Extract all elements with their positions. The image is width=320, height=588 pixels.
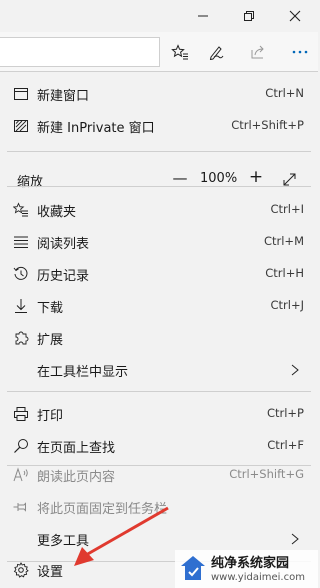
share-icon bbox=[251, 45, 264, 59]
menu-item-show-in-toolbar[interactable]: 在工具栏中显示 bbox=[0, 354, 318, 386]
watermark-logo bbox=[181, 556, 205, 580]
restore-button[interactable] bbox=[226, 0, 272, 32]
shortcut-text: Ctrl+I bbox=[270, 202, 305, 216]
minimize-icon bbox=[198, 15, 208, 17]
read-aloud-icon bbox=[13, 467, 28, 482]
chevron-right-icon bbox=[291, 533, 299, 545]
more-button[interactable] bbox=[282, 32, 318, 72]
search-icon bbox=[14, 439, 28, 453]
shortcut-text: Ctrl+J bbox=[270, 298, 305, 312]
share-button[interactable] bbox=[240, 32, 276, 72]
shortcut-text: Ctrl+Shift+P bbox=[231, 118, 304, 132]
pin-icon bbox=[13, 502, 26, 512]
shortcut-text: Ctrl+H bbox=[265, 266, 304, 280]
menu-item-label: 下载 bbox=[37, 301, 64, 316]
menu-item-label: 朗读此页内容 bbox=[37, 470, 116, 485]
watermark-title: 纯净系统家园 bbox=[211, 556, 290, 571]
menu-item-label: 收藏夹 bbox=[37, 205, 77, 220]
menu-item-reading-list[interactable]: 阅读列表 Ctrl+M bbox=[0, 226, 318, 258]
favorites-button[interactable] bbox=[162, 32, 198, 72]
gear-icon bbox=[13, 562, 29, 578]
menu-item-extensions[interactable]: 扩展 bbox=[0, 322, 318, 354]
menu-item-label: 新建 InPrivate 窗口 bbox=[37, 121, 155, 136]
menu-item-label: 打印 bbox=[37, 409, 64, 424]
zoom-value: 100% bbox=[200, 171, 238, 186]
separator bbox=[7, 391, 311, 392]
address-bar[interactable] bbox=[0, 37, 160, 67]
shortcut-text: Ctrl+P bbox=[266, 406, 304, 420]
menu-item-new-window[interactable]: 新建窗口 Ctrl+N bbox=[0, 78, 318, 110]
pen-button[interactable] bbox=[198, 32, 234, 72]
browser-toolbar bbox=[0, 32, 318, 72]
separator bbox=[7, 151, 311, 152]
history-icon bbox=[13, 266, 28, 280]
window-icon bbox=[14, 88, 28, 100]
reading-list-icon bbox=[14, 236, 28, 248]
zoom-label: 缩放 bbox=[17, 175, 44, 190]
title-bar bbox=[0, 0, 318, 32]
favorites-icon bbox=[171, 44, 188, 60]
download-icon bbox=[15, 299, 27, 313]
settings-menu: 新建窗口 Ctrl+N 新建 InPrivate 窗口 Ctrl+Shift+P… bbox=[0, 72, 318, 588]
separator bbox=[7, 186, 311, 187]
watermark-url: www.yidaimei.com bbox=[211, 572, 305, 583]
zoom-in-button[interactable]: + bbox=[246, 167, 266, 187]
close-button[interactable] bbox=[272, 0, 318, 32]
shortcut-text: Ctrl+M bbox=[263, 234, 304, 248]
restore-icon bbox=[244, 11, 254, 21]
close-icon bbox=[289, 10, 301, 22]
inprivate-window-icon bbox=[14, 120, 28, 132]
pen-icon bbox=[209, 46, 224, 60]
menu-item-label: 扩展 bbox=[37, 333, 64, 348]
puzzle-icon bbox=[15, 331, 29, 345]
menu-item-pin-to-taskbar[interactable]: 将此页面固定到任务栏 bbox=[0, 491, 318, 523]
menu-item-print[interactable]: 打印 Ctrl+P bbox=[0, 398, 318, 430]
shortcut-text: Ctrl+Shift+G bbox=[229, 467, 304, 481]
menu-item-read-aloud-row[interactable]: 朗读此页内容 Ctrl+Shift+G bbox=[0, 459, 318, 491]
shortcut-text: Ctrl+N bbox=[265, 86, 304, 100]
menu-item-history[interactable]: 历史记录 Ctrl+H bbox=[0, 258, 318, 290]
watermark: 纯净系统家园 www.yidaimei.com bbox=[175, 550, 318, 588]
menu-item-label: 在工具栏中显示 bbox=[37, 365, 129, 380]
shortcut-text: Ctrl+F bbox=[267, 438, 304, 452]
minimize-button[interactable] bbox=[180, 0, 226, 32]
menu-item-favorites[interactable]: 收藏夹 Ctrl+I bbox=[0, 194, 318, 226]
printer-icon bbox=[14, 407, 28, 421]
favorites-list-icon bbox=[13, 202, 28, 217]
menu-item-label: 阅读列表 bbox=[37, 237, 90, 252]
more-icon bbox=[292, 50, 308, 54]
fullscreen-icon[interactable] bbox=[282, 172, 297, 187]
zoom-row: 缩放 — 100% + bbox=[0, 164, 318, 196]
zoom-out-button[interactable]: — bbox=[170, 169, 190, 187]
menu-item-label: 更多工具 bbox=[37, 534, 90, 549]
menu-item-label: 设置 bbox=[37, 565, 64, 580]
menu-item-label: 历史记录 bbox=[37, 269, 90, 284]
menu-item-downloads[interactable]: 下载 Ctrl+J bbox=[0, 290, 318, 322]
chevron-right-icon bbox=[291, 364, 299, 376]
menu-item-label: 将此页面固定到任务栏 bbox=[37, 502, 168, 517]
menu-item-label: 在页面上查找 bbox=[37, 441, 116, 456]
menu-item-new-inprivate[interactable]: 新建 InPrivate 窗口 Ctrl+Shift+P bbox=[0, 110, 318, 142]
menu-item-label: 新建窗口 bbox=[37, 89, 90, 104]
